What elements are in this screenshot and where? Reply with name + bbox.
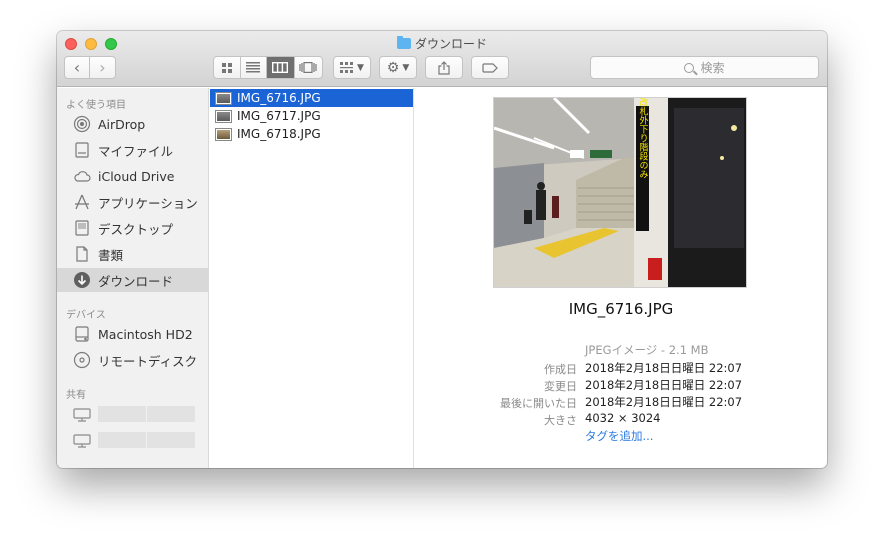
sidebar-item-macintosh-hd2[interactable]: Macintosh HD2	[57, 322, 208, 346]
meta-value-modified: 2018年2月18日日曜日 22:07	[585, 378, 743, 392]
view-mode-control	[213, 56, 323, 79]
desktop-icon	[73, 219, 91, 237]
sidebar-item-icloud-drive[interactable]: iCloud Drive	[57, 164, 208, 188]
computer-icon	[73, 434, 91, 448]
file-row[interactable]: IMG_6716.JPG	[210, 89, 413, 107]
sidebar-item-label: デスクトップ	[98, 221, 174, 237]
arrange-icon	[340, 62, 354, 73]
meta-label-created: 作成日	[544, 363, 577, 376]
sidebar-item-documents[interactable]: 書類	[57, 242, 208, 266]
share-button[interactable]	[425, 56, 463, 79]
gear-icon: ⚙	[386, 59, 400, 76]
sidebar-section-favorites: よく使う項目	[66, 100, 126, 111]
search-icon	[684, 62, 695, 73]
folder-icon	[396, 36, 411, 49]
window-title-text: ダウンロード	[414, 37, 487, 51]
tag-icon	[482, 62, 498, 73]
arrange-button[interactable]: ▼	[333, 56, 371, 79]
sidebar: よく使う項目 AirDrop マイファイル iCloud Drive アプリケー…	[57, 88, 209, 468]
preview-pane: この先南口の改札外下り階段のみ IMG_6716.JPG JPEGイメージ - …	[415, 88, 827, 468]
search-placeholder: 検索	[700, 61, 725, 75]
file-name: IMG_6718.JPG	[237, 127, 321, 141]
sidebar-item-downloads[interactable]: ダウンロード	[57, 268, 208, 292]
sidebar-section-devices: デバイス	[66, 310, 106, 321]
nav-buttons: ‹ ›	[64, 56, 116, 79]
sidebar-item-airdrop[interactable]: AirDrop	[57, 112, 208, 136]
share-icon	[438, 60, 450, 75]
file-name: IMG_6716.JPG	[237, 91, 321, 105]
tag-button[interactable]	[471, 56, 509, 79]
finder-window: ダウンロード ‹ › ▼ ⚙ ▼ 検索 よく使う項目 AirDrop マイファイ…	[57, 31, 827, 468]
file-name: IMG_6717.JPG	[237, 109, 321, 123]
computer-icon	[73, 408, 91, 422]
icon-view-icon	[221, 62, 232, 73]
preview-filename: IMG_6716.JPG	[568, 300, 674, 318]
chevron-down-icon: ▼	[357, 62, 364, 73]
applications-icon	[73, 193, 91, 211]
airdrop-icon	[73, 115, 91, 133]
file-kind: JPEGイメージ - 2.1 MB	[585, 343, 709, 357]
meta-value-dimensions: 4032 × 3024	[585, 411, 661, 425]
file-row[interactable]: IMG_6718.JPG	[210, 125, 413, 143]
file-row[interactable]: IMG_6717.JPG	[210, 107, 413, 125]
meta-label-dimensions: 大きさ	[544, 414, 577, 427]
meta-label-last-opened: 最後に開いた日	[500, 397, 577, 410]
forward-button[interactable]: ›	[90, 57, 115, 78]
action-button[interactable]: ⚙ ▼	[379, 56, 417, 79]
search-input[interactable]: 検索	[590, 56, 819, 79]
list-view-icon	[246, 62, 261, 73]
cloud-icon	[73, 167, 91, 185]
meta-value-last-opened: 2018年2月18日日曜日 22:07	[585, 395, 743, 409]
chevron-down-icon: ▼	[402, 62, 410, 73]
sidebar-item-label: ダウンロード	[98, 273, 174, 289]
documents-icon	[73, 245, 91, 263]
coverflow-view-button[interactable]	[295, 57, 322, 78]
meta-label-modified: 変更日	[544, 380, 577, 393]
sidebar-item-all-files[interactable]: マイファイル	[57, 138, 208, 162]
column-view-icon	[272, 62, 289, 73]
sidebar-item-remote-disc[interactable]: リモートディスク	[57, 348, 208, 372]
coverflow-view-icon	[299, 62, 317, 73]
meta-value-created: 2018年2月18日日曜日 22:07	[585, 361, 743, 375]
sidebar-item-label: アプリケーション	[98, 195, 198, 211]
sidebar-item-applications[interactable]: アプリケーション	[57, 190, 208, 214]
column-view-button[interactable]	[267, 57, 295, 78]
disc-icon	[73, 351, 91, 369]
sidebar-item-label: Macintosh HD2	[98, 326, 193, 342]
sidebar-item-label: マイファイル	[98, 143, 174, 159]
list-view-button[interactable]	[241, 57, 268, 78]
all-files-icon	[73, 141, 91, 159]
sidebar-item-label: 書類	[98, 247, 124, 263]
title-bar: ダウンロード ‹ › ▼ ⚙ ▼ 検索	[57, 31, 827, 87]
station-photo: この先南口の改札外下り階段のみ	[494, 98, 746, 287]
image-thumbnail-icon	[216, 110, 231, 122]
sidebar-item-label: リモートディスク	[98, 353, 198, 369]
sidebar-item-label: iCloud Drive	[98, 168, 175, 184]
shared-item-redacted[interactable]	[98, 406, 195, 422]
file-list-column: IMG_6716.JPG IMG_6717.JPG IMG_6718.JPG	[210, 88, 414, 468]
sidebar-section-shared: 共有	[66, 390, 86, 401]
sidebar-item-desktop[interactable]: デスクトップ	[57, 216, 208, 240]
window-title: ダウンロード	[57, 35, 827, 52]
preview-image: この先南口の改札外下り階段のみ	[493, 97, 747, 288]
back-button[interactable]: ‹	[65, 57, 91, 78]
icon-view-button[interactable]	[214, 57, 241, 78]
sidebar-item-label: AirDrop	[98, 116, 146, 132]
add-tags-link[interactable]: タグを追加...	[585, 428, 653, 444]
image-thumbnail-icon	[216, 128, 231, 140]
shared-item-redacted[interactable]	[98, 432, 195, 448]
harddrive-icon	[73, 325, 91, 343]
downloads-icon	[73, 271, 91, 289]
image-thumbnail-icon	[216, 92, 231, 104]
station-sign-text: この先南口の改札外下り階段のみ	[638, 98, 649, 179]
